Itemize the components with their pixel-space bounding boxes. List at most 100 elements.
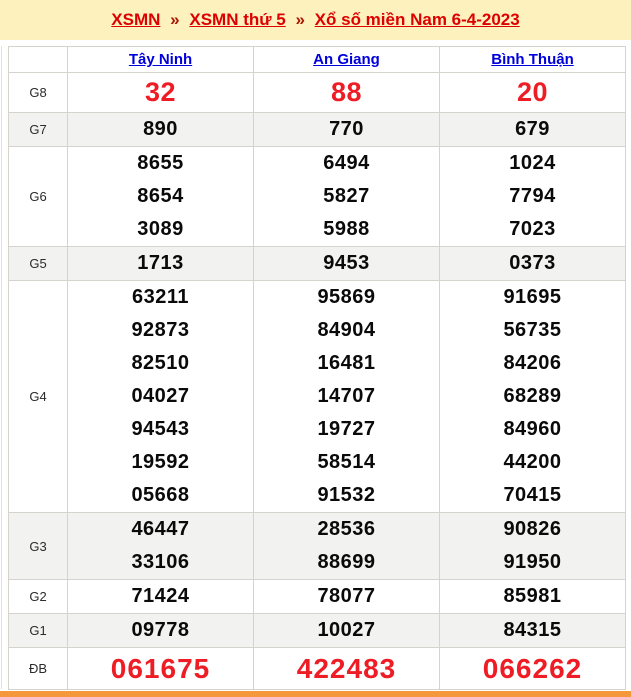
result-number: 84904 <box>317 319 376 341</box>
result-number: 19727 <box>317 418 376 440</box>
result-cell: 9453 <box>253 246 440 281</box>
result-number: 09778 <box>131 619 190 641</box>
result-number: 91532 <box>317 484 376 506</box>
result-number: 32 <box>144 77 177 107</box>
result-cell: 061675 <box>67 647 254 690</box>
result-cell: 8655 8654 3089 <box>67 146 254 247</box>
result-number: 890 <box>143 118 178 140</box>
result-cell: 90826 91950 <box>439 512 626 580</box>
table-row: G6 8655 8654 3089 6494 5827 5988 1024 7794 7023 <box>8 146 626 247</box>
result-cell: 78077 <box>253 579 440 614</box>
result-number: 78077 <box>317 585 376 607</box>
result-number: 5988 <box>323 218 370 240</box>
result-number: 84206 <box>503 352 562 374</box>
result-number: 19592 <box>131 451 190 473</box>
result-number: 63211 <box>131 286 189 308</box>
result-number: 82510 <box>131 352 190 374</box>
province-link-tay-ninh[interactable]: Tây Ninh <box>129 51 192 68</box>
result-number: 7794 <box>509 185 556 207</box>
result-number: 05668 <box>131 484 190 506</box>
page-left-border <box>1 46 2 689</box>
result-cell: 0373 <box>439 246 626 281</box>
table-row: ĐB 061675 422483 066262 <box>8 647 626 690</box>
result-cell: 890 <box>67 112 254 147</box>
result-number: 94543 <box>131 418 190 440</box>
prize-column-header <box>8 46 68 73</box>
result-number: 422483 <box>296 653 397 684</box>
column-header-tay-ninh: Tây Ninh <box>67 46 254 73</box>
column-header-binh-thuan: Bình Thuận <box>439 46 626 73</box>
result-number: 14707 <box>317 385 376 407</box>
result-number: 84315 <box>503 619 562 641</box>
result-number: 84960 <box>503 418 562 440</box>
breadcrumb-separator: » <box>170 10 180 29</box>
result-number: 88699 <box>317 551 376 573</box>
result-cell: 066262 <box>439 647 626 690</box>
result-number: 95869 <box>317 286 376 308</box>
result-number: 3089 <box>137 218 184 240</box>
result-cell: 28536 88699 <box>253 512 440 580</box>
result-cell: 10027 <box>253 613 440 648</box>
result-number: 92873 <box>131 319 190 341</box>
result-cell: 63211 92873 82510 04027 94543 19592 05668 <box>67 280 254 513</box>
prize-label: G3 <box>8 512 68 580</box>
result-number: 10027 <box>317 619 376 641</box>
table-row: G2 71424 78077 85981 <box>8 579 626 614</box>
breadcrumb-link-xsmn[interactable]: XSMN <box>111 10 160 29</box>
table-row: G3 46447 33106 28536 88699 90826 91950 <box>8 512 626 580</box>
prize-label: G5 <box>8 246 68 281</box>
result-number: 9453 <box>323 252 370 274</box>
lottery-results-page: XSMN » XSMN thứ 5 » Xổ số miền Nam 6-4-2… <box>0 0 631 697</box>
result-number: 16481 <box>317 352 376 374</box>
result-number: 066262 <box>482 653 583 684</box>
result-cell: 46447 33106 <box>67 512 254 580</box>
result-number: 0373 <box>509 252 556 274</box>
result-number: 679 <box>515 118 550 140</box>
table-row: G4 63211 92873 82510 04027 94543 19592 05668 958… <box>8 280 626 513</box>
result-cell: 84315 <box>439 613 626 648</box>
prize-label: G4 <box>8 280 68 513</box>
result-number: 04027 <box>131 385 190 407</box>
result-number: 28536 <box>317 518 376 540</box>
prize-label: G2 <box>8 579 68 614</box>
result-cell: 1024 7794 7023 <box>439 146 626 247</box>
province-link-binh-thuan[interactable]: Bình Thuận <box>491 51 574 68</box>
breadcrumb-bar: XSMN » XSMN thứ 5 » Xổ số miền Nam 6-4-2… <box>0 0 631 40</box>
table-row: G1 09778 10027 84315 <box>8 613 626 648</box>
result-number: 71424 <box>131 585 190 607</box>
result-number: 770 <box>329 118 364 140</box>
result-cell: 422483 <box>253 647 440 690</box>
result-number: 7023 <box>509 218 556 240</box>
result-cell: 91695 56735 84206 68289 84960 44200 70415 <box>439 280 626 513</box>
result-number: 91950 <box>503 551 562 573</box>
table-row: G7 890 770 679 <box>8 112 626 147</box>
breadcrumb: XSMN » XSMN thứ 5 » Xổ số miền Nam 6-4-2… <box>111 10 519 30</box>
result-number: 33106 <box>131 551 190 573</box>
table-header-row: Tây Ninh An Giang Bình Thuận <box>8 46 626 73</box>
result-number: 1024 <box>509 152 556 174</box>
prize-label: G8 <box>8 72 68 113</box>
result-number: 1713 <box>137 252 184 274</box>
result-cell: 1713 <box>67 246 254 281</box>
result-cell: 32 <box>67 72 254 113</box>
result-cell: 88 <box>253 72 440 113</box>
result-number: 6494 <box>323 152 370 174</box>
result-number: 91695 <box>503 286 562 308</box>
result-cell: 6494 5827 5988 <box>253 146 440 247</box>
result-number: 8654 <box>137 185 184 207</box>
result-number: 68289 <box>503 385 562 407</box>
result-cell: 85981 <box>439 579 626 614</box>
breadcrumb-link-date[interactable]: Xổ số miền Nam 6-4-2023 <box>315 10 520 29</box>
prize-label: G6 <box>8 146 68 247</box>
result-cell: 71424 <box>67 579 254 614</box>
result-number: 70415 <box>503 484 562 506</box>
result-number: 20 <box>516 77 549 107</box>
result-number: 8655 <box>137 152 184 174</box>
result-cell: 20 <box>439 72 626 113</box>
province-link-an-giang[interactable]: An Giang <box>313 51 380 68</box>
bottom-accent-bar <box>0 691 631 697</box>
result-number: 061675 <box>110 653 211 684</box>
breadcrumb-link-xsmn-thu-5[interactable]: XSMN thứ 5 <box>189 10 285 29</box>
result-number: 56735 <box>503 319 562 341</box>
results-tbody: G8 32 88 20 G7 890 770 679 G6 8655 8654 3089 6494 582… <box>8 72 626 690</box>
